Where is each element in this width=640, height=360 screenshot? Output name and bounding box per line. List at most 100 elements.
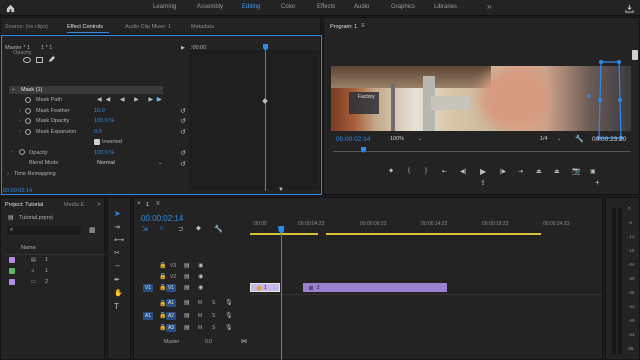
workspace-audio[interactable]: Audio <box>354 4 369 10</box>
track-target-a3[interactable]: A3 <box>166 324 176 332</box>
mask-feather-stopwatch-icon[interactable] <box>25 108 31 114</box>
mask-expansion-expand[interactable]: › <box>19 129 21 135</box>
blend-mode-select[interactable]: Normal <box>97 160 115 166</box>
workspace-learning[interactable]: Learning <box>153 4 176 10</box>
lift-icon[interactable]: ⏏ <box>536 168 542 175</box>
ripple-edit-tool-icon[interactable]: ⟷ <box>114 236 124 244</box>
microphone-icon[interactable]: 🎙 <box>225 312 233 319</box>
sync-lock-icon[interactable]: ▤ <box>184 299 190 306</box>
mask-path-overlay[interactable] <box>579 56 629 144</box>
ec-keyframe-area[interactable] <box>189 50 319 190</box>
tab-project[interactable]: Project: Tutorial <box>5 202 43 208</box>
program-timecode[interactable]: 00:00:02:14 <box>336 136 370 143</box>
clip-selected[interactable]: 1 <box>250 283 281 292</box>
sync-lock-icon[interactable]: ▤ <box>184 324 190 331</box>
resolution-chevron-icon[interactable]: ⌄ <box>557 136 561 142</box>
nest-toggle-icon[interactable]: ⇲ <box>142 225 148 233</box>
ec-timecode[interactable]: 00:00:02:14 <box>3 188 32 194</box>
zoom-chevron-icon[interactable]: ⌄ <box>418 136 422 142</box>
track-target-a2[interactable]: A2 <box>166 312 176 320</box>
quick-export-icon[interactable] <box>624 3 634 13</box>
hand-tool-icon[interactable]: ✋ <box>114 289 123 297</box>
wrench-icon[interactable]: 🔧 <box>575 135 584 143</box>
add-marker-icon[interactable]: ⬥ <box>389 168 393 175</box>
mask-opacity-stopwatch-icon[interactable] <box>25 118 31 124</box>
opacity-stopwatch-icon[interactable] <box>19 149 25 155</box>
workspace-editing[interactable]: Editing <box>242 4 260 10</box>
linked-selection-icon[interactable]: ⊃ <box>178 225 184 233</box>
mark-out-icon[interactable]: } <box>425 168 427 174</box>
resolution-select[interactable]: 1/4 <box>540 136 548 142</box>
eye-icon[interactable]: ◉ <box>198 284 203 291</box>
comparison-view-icon[interactable]: ▣ <box>590 168 596 175</box>
track-target-a1[interactable]: A1 <box>166 299 176 307</box>
timeline-menu-icon[interactable]: ≡ <box>156 201 160 207</box>
zoom-select[interactable]: 100% <box>390 136 404 142</box>
step-back-icon[interactable]: ◀| <box>460 168 466 175</box>
solo-button[interactable]: S <box>212 300 215 306</box>
project-item-name[interactable]: 1 <box>45 257 48 263</box>
extract-icon[interactable]: ⏏ <box>554 168 560 175</box>
sync-lock-icon[interactable]: ▤ <box>184 284 190 291</box>
scrollbar-handle[interactable] <box>632 50 638 60</box>
snap-icon[interactable]: ∩ <box>159 225 164 232</box>
tab-audio-clip-mixer[interactable]: Audio Clip Mixer: 1 <box>125 24 171 30</box>
mask-opacity-value[interactable]: 100.0 % <box>94 118 114 124</box>
column-name-header[interactable]: Name <box>21 245 36 251</box>
mark-in-icon[interactable]: { <box>408 168 410 174</box>
program-playhead[interactable] <box>361 147 366 153</box>
mask-path-stopwatch-icon[interactable] <box>25 97 31 103</box>
home-icon[interactable] <box>5 3 15 13</box>
workspace-assembly[interactable]: Assembly <box>197 4 223 10</box>
sync-lock-icon[interactable]: ▤ <box>184 312 190 319</box>
lock-icon[interactable]: 🔒 <box>159 273 166 280</box>
selection-tool-icon[interactable]: ➤ <box>114 209 121 218</box>
filter-icon[interactable]: ▼ <box>278 187 284 193</box>
program-scrub-bar[interactable] <box>333 151 631 152</box>
source-patch-a1[interactable]: A1 <box>143 312 153 320</box>
ellipse-mask-icon[interactable] <box>23 57 31 63</box>
wrench-timeline-icon[interactable]: 🔧 <box>214 225 223 233</box>
microphone-icon[interactable]: 🎙 <box>225 324 233 331</box>
solo-button[interactable]: S <box>212 325 215 331</box>
timeline-tab[interactable]: 1 <box>146 202 149 208</box>
project-item-name[interactable]: 1 <box>45 268 48 274</box>
sync-lock-icon[interactable]: ▤ <box>184 273 190 280</box>
solo-button[interactable]: S <box>212 313 215 319</box>
track-lanes[interactable]: 1 2 <box>250 258 602 358</box>
source-patch-v1[interactable]: V1 <box>143 284 153 292</box>
workspace-libraries[interactable]: Libraries <box>434 4 457 10</box>
tab-effect-controls[interactable]: Effect Controls <box>67 24 103 30</box>
track-select-tool-icon[interactable]: ⇥ <box>114 223 120 231</box>
timeline-timecode[interactable]: 00:00:02:14 <box>141 214 183 223</box>
play-icon[interactable]: ▶ <box>480 167 486 176</box>
reset-mask-opacity-icon[interactable]: ↺ <box>180 117 186 125</box>
track-target-v1[interactable]: V1 <box>166 284 176 292</box>
pen-tool-icon[interactable]: ✒ <box>114 276 120 284</box>
close-tab-icon[interactable]: × <box>137 201 141 207</box>
workspace-effects[interactable]: Effects <box>317 4 335 10</box>
tab-media-encoder[interactable]: Media E <box>64 202 84 208</box>
type-tool-icon[interactable]: T <box>114 302 119 311</box>
mute-button[interactable]: M <box>198 300 202 306</box>
razor-tool-icon[interactable]: ✂ <box>114 249 120 257</box>
new-bin-icon[interactable]: ▦ <box>89 226 96 234</box>
workspace-graphics[interactable]: Graphics <box>391 4 415 10</box>
workspace-color[interactable]: Color <box>281 4 295 10</box>
export-frame-icon[interactable]: 📷 <box>572 167 581 175</box>
sync-lock-icon[interactable]: ▤ <box>184 262 190 269</box>
microphone-icon[interactable]: 🎙 <box>225 299 233 306</box>
opacity-value[interactable]: 100.0 % <box>94 150 114 156</box>
inverted-checkbox[interactable] <box>94 139 100 145</box>
go-to-in-icon[interactable]: ⇤ <box>442 168 447 175</box>
program-title[interactable]: Program: 1 <box>330 24 357 30</box>
mask-name[interactable]: Mask (1) <box>21 87 42 93</box>
rectangle-mask-icon[interactable] <box>36 57 43 63</box>
reset-mask-feather-icon[interactable]: ↺ <box>180 107 186 115</box>
reset-mask-expansion-icon[interactable]: ↺ <box>180 128 186 136</box>
pen-mask-icon[interactable] <box>48 56 55 63</box>
go-to-in-point-icon[interactable]: ⋈ <box>241 338 247 345</box>
master-volume-value[interactable]: 0.0 <box>205 339 212 345</box>
sequence-clip-label[interactable]: 1 * 1 <box>41 45 52 51</box>
mute-button[interactable]: M <box>198 325 202 331</box>
